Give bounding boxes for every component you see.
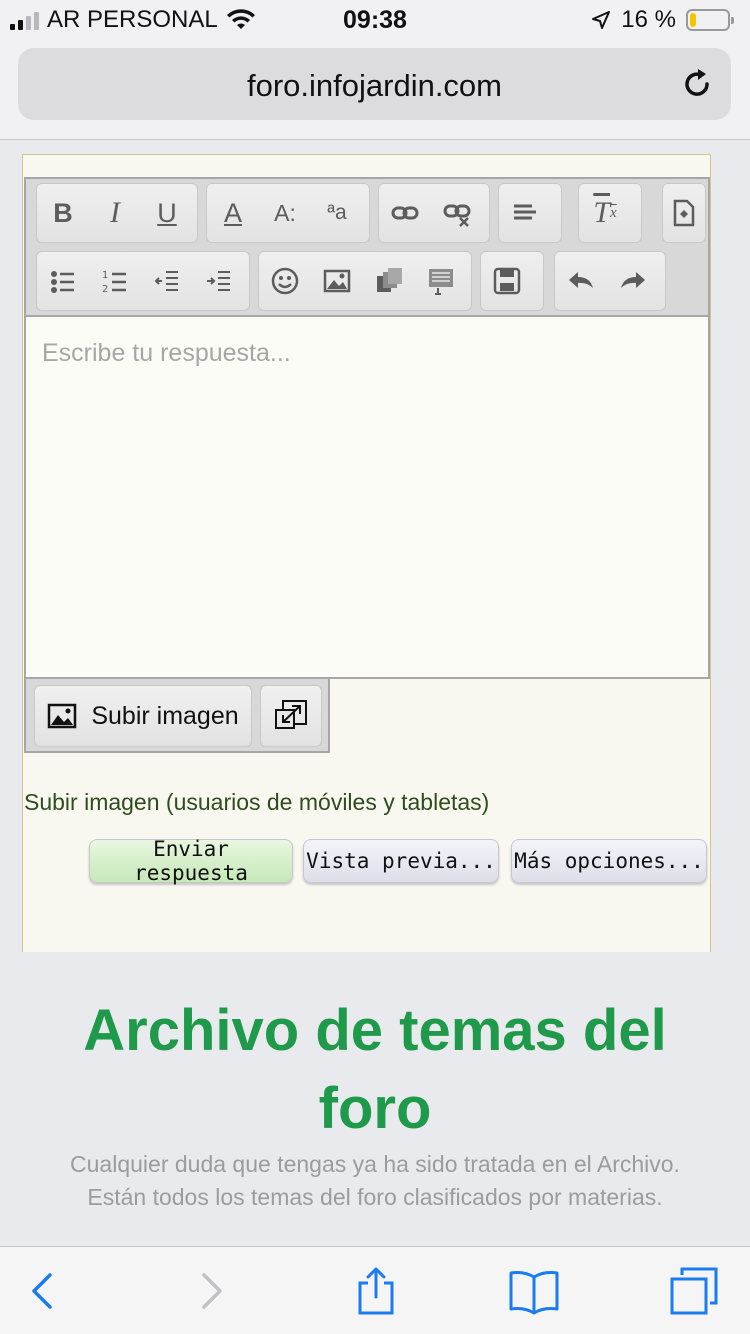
font-family-icon[interactable]: ªa: [311, 185, 363, 241]
bookmarks-icon: [509, 1271, 559, 1315]
remove-format-icon[interactable]: Tx: [579, 185, 631, 241]
media-icon[interactable]: [363, 253, 415, 309]
editor-bottom-bar: Subir imagen: [24, 679, 330, 753]
font-size-icon[interactable]: A:: [259, 185, 311, 241]
reply-textarea[interactable]: Escribe tu respuesta...: [26, 317, 708, 677]
bullet-list-icon[interactable]: [37, 253, 89, 309]
underline-icon[interactable]: U: [141, 185, 193, 241]
browser-toolbar: foro.infojardin.com: [0, 40, 750, 140]
undo-icon[interactable]: [555, 253, 607, 309]
share-icon: [358, 1267, 394, 1315]
save-icon[interactable]: [481, 253, 533, 309]
link-icon[interactable]: [379, 185, 431, 241]
maximize-button[interactable]: [260, 685, 322, 747]
back-button[interactable]: [16, 1265, 68, 1317]
tabs-button[interactable]: [668, 1265, 720, 1317]
bold-icon[interactable]: B: [37, 185, 89, 241]
indent-icon[interactable]: [193, 253, 245, 309]
archive-title[interactable]: Archivo de temas del foro: [30, 992, 720, 1148]
archive-description: Cualquier duda que tengas ya ha sido tra…: [70, 1151, 680, 1210]
more-options-button[interactable]: Más opciones...: [511, 839, 707, 883]
back-icon: [32, 1273, 52, 1309]
numbered-list-icon[interactable]: 12: [89, 253, 141, 309]
maximize-icon: [275, 700, 307, 729]
smiley-icon[interactable]: [259, 253, 311, 309]
location-arrow-icon: [592, 11, 611, 29]
bookmarks-button[interactable]: [508, 1265, 560, 1317]
unlink-icon[interactable]: [431, 185, 483, 241]
preview-button[interactable]: Vista previa...: [303, 839, 499, 883]
image-icon: [48, 703, 77, 729]
mobile-upload-link[interactable]: Subir imagen (usuarios de móviles y tabl…: [24, 789, 489, 816]
editor-toolbar: B I U A A: ªa T x 1 2: [26, 179, 708, 317]
outdent-icon[interactable]: [141, 253, 193, 309]
battery-icon: [686, 9, 734, 31]
reload-icon[interactable]: [679, 66, 715, 102]
upload-image-button[interactable]: Subir imagen: [34, 685, 252, 747]
code-icon[interactable]: [415, 253, 467, 309]
tabs-icon: [670, 1267, 718, 1315]
font-color-icon[interactable]: A: [207, 185, 259, 241]
upload-image-label: Subir imagen: [91, 701, 239, 730]
submit-reply-button[interactable]: Enviar respuesta: [89, 837, 293, 885]
redo-icon[interactable]: [607, 253, 659, 309]
reply-placeholder: Escribe tu respuesta...: [42, 339, 291, 367]
image-icon[interactable]: [311, 253, 363, 309]
address-bar[interactable]: foro.infojardin.com: [18, 48, 731, 120]
rich-text-editor: B I U A A: ªa T x 1 2 Escribe tu respues…: [24, 177, 710, 679]
browser-bottom-nav: [0, 1246, 750, 1334]
source-icon[interactable]: [663, 185, 705, 241]
status-bar: AR PERSONAL 09:38 16 %: [0, 0, 750, 40]
share-button[interactable]: [350, 1265, 402, 1317]
italic-icon[interactable]: I: [89, 185, 141, 241]
forward-button[interactable]: [186, 1265, 238, 1317]
forward-icon: [202, 1273, 222, 1309]
url-domain[interactable]: foro.infojardin.com: [18, 68, 731, 104]
battery-percent: 16 %: [621, 6, 676, 33]
reply-panel: B I U A A: ªa T x 1 2 Escribe tu respues…: [22, 154, 711, 952]
svg-text:1: 1: [102, 270, 108, 281]
align-icon[interactable]: [499, 185, 551, 241]
svg-text:2: 2: [102, 284, 108, 295]
